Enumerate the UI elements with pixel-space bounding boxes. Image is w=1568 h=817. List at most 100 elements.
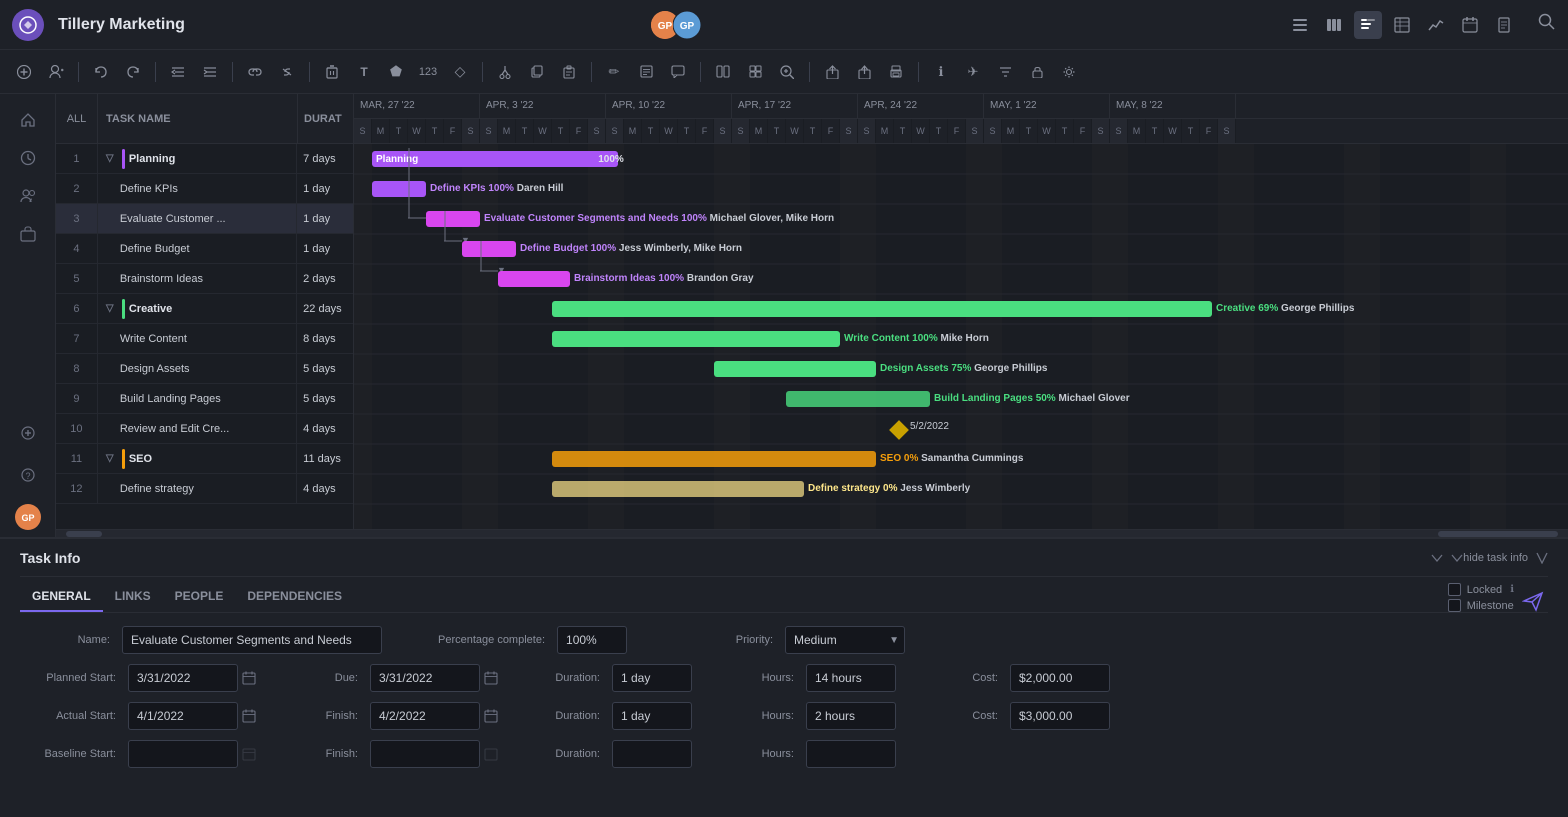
actual-start-input[interactable] (128, 702, 238, 730)
sidebar-time[interactable] (12, 142, 44, 174)
tab-dependencies[interactable]: DEPENDENCIES (235, 582, 354, 612)
horizontal-scrollbar[interactable] (56, 529, 1568, 537)
gantt-bar-brainstorm[interactable] (498, 271, 570, 287)
table-row[interactable]: 3 Evaluate Customer ... 1 day (56, 204, 353, 234)
print-btn[interactable] (882, 58, 910, 86)
copy-btn[interactable] (523, 58, 551, 86)
duration-input[interactable] (612, 664, 692, 692)
text-btn[interactable]: T (350, 58, 378, 86)
finish-input[interactable] (370, 702, 480, 730)
search-button[interactable] (1538, 13, 1556, 36)
redo-btn[interactable] (119, 58, 147, 86)
gantt-bar-evaluate[interactable] (426, 211, 480, 227)
baseline-hours-input[interactable] (806, 740, 896, 768)
docs-view-icon[interactable] (1490, 11, 1518, 39)
share-btn[interactable] (850, 58, 878, 86)
cost-input[interactable] (1010, 664, 1110, 692)
calendar-icon-1[interactable] (242, 671, 256, 685)
gantt-bar-design-assets[interactable] (714, 361, 876, 377)
filter-btn[interactable] (991, 58, 1019, 86)
calendar-icon-2[interactable] (484, 671, 498, 685)
lock-btn[interactable] (1023, 58, 1051, 86)
table-row[interactable]: 8 Design Assets 5 days (56, 354, 353, 384)
group-toggle[interactable]: ▽ (106, 454, 116, 464)
sidebar-add[interactable] (12, 417, 44, 449)
unlink-btn[interactable] (273, 58, 301, 86)
list-view-icon[interactable] (1286, 11, 1314, 39)
table-row[interactable]: 2 Define KPIs 1 day (56, 174, 353, 204)
baseline-start-input[interactable] (128, 740, 238, 768)
table-row[interactable]: 5 Brainstorm Ideas 2 days (56, 264, 353, 294)
delete-btn[interactable] (318, 58, 346, 86)
actual-cost-input[interactable] (1010, 702, 1110, 730)
baseline-finish-input[interactable] (370, 740, 480, 768)
analytics-view-icon[interactable] (1422, 11, 1450, 39)
table-row[interactable]: 4 Define Budget 1 day (56, 234, 353, 264)
indent-btn[interactable] (196, 58, 224, 86)
zoom-btn[interactable] (773, 58, 801, 86)
settings-btn[interactable] (1055, 58, 1083, 86)
sidebar-help[interactable]: ? (12, 459, 44, 491)
sidebar-home[interactable] (12, 104, 44, 136)
calendar-icon-4[interactable] (484, 709, 498, 723)
add-user-btn[interactable] (42, 58, 70, 86)
table-view-icon[interactable] (1388, 11, 1416, 39)
sidebar-user-avatar[interactable]: GP (12, 501, 44, 533)
gantt-bar-seo[interactable] (552, 451, 876, 467)
table-row[interactable]: 7 Write Content 8 days (56, 324, 353, 354)
table-row[interactable]: 6 ▽ Creative 22 days (56, 294, 353, 324)
hide-task-info-btn[interactable]: hide task info (1463, 552, 1528, 564)
due-input[interactable] (370, 664, 480, 692)
actual-hours-input[interactable] (806, 702, 896, 730)
pct-input[interactable] (557, 626, 627, 654)
diamond-btn[interactable]: ◇ (446, 58, 474, 86)
table-row[interactable]: 11 ▽ SEO 11 days (56, 444, 353, 474)
table-row[interactable]: 12 Define strategy 4 days (56, 474, 353, 504)
add-task-btn[interactable] (10, 58, 38, 86)
priority-select[interactable]: Medium Low High (785, 626, 905, 654)
info-btn[interactable]: ℹ (927, 58, 955, 86)
calendar-icon-3[interactable] (242, 709, 256, 723)
calendar-view-icon[interactable] (1456, 11, 1484, 39)
send-btn[interactable]: ✈ (959, 58, 987, 86)
baseline-duration-input[interactable] (612, 740, 692, 768)
group-toggle[interactable]: ▽ (106, 304, 116, 314)
table-row[interactable]: 10 Review and Edit Cre... 4 days (56, 414, 353, 444)
planned-start-input[interactable] (128, 664, 238, 692)
grid-btn[interactable] (741, 58, 769, 86)
number-btn[interactable]: 123 (414, 58, 442, 86)
gantt-bar-landing[interactable] (786, 391, 930, 407)
collapse-btn[interactable] (1431, 554, 1463, 562)
link-btn[interactable] (241, 58, 269, 86)
gantt-bar-define-kpis[interactable] (372, 181, 426, 197)
outdent-btn[interactable] (164, 58, 192, 86)
gantt-bar-creative[interactable] (552, 301, 1212, 317)
paste-btn[interactable] (555, 58, 583, 86)
milestone-checkbox[interactable] (1448, 599, 1461, 612)
columns-view-icon[interactable] (1320, 11, 1348, 39)
table-row[interactable]: 9 Build Landing Pages 5 days (56, 384, 353, 414)
locked-checkbox[interactable] (1448, 583, 1461, 596)
sidebar-people[interactable] (12, 180, 44, 212)
note-btn[interactable] (632, 58, 660, 86)
hours-input[interactable] (806, 664, 896, 692)
export-btn[interactable] (818, 58, 846, 86)
sidebar-portfolio[interactable] (12, 218, 44, 250)
tab-general[interactable]: GENERAL (20, 582, 103, 612)
split-btn[interactable] (709, 58, 737, 86)
comment-btn[interactable] (664, 58, 692, 86)
gantt-bar-define-strategy[interactable] (552, 481, 804, 497)
gantt-bar-write-content[interactable] (552, 331, 840, 347)
name-input[interactable] (122, 626, 382, 654)
tab-people[interactable]: PEOPLE (163, 582, 236, 612)
gantt-view-icon[interactable] (1354, 11, 1382, 39)
tab-links[interactable]: LINKS (103, 582, 163, 612)
table-row[interactable]: 1 ▽ Planning 7 days (56, 144, 353, 174)
cut-btn[interactable] (491, 58, 519, 86)
pen-btn[interactable]: ✏ (600, 58, 628, 86)
shape-btn[interactable]: ⬟ (382, 58, 410, 86)
undo-btn[interactable] (87, 58, 115, 86)
group-toggle[interactable]: ▽ (106, 154, 116, 164)
actual-duration-input[interactable] (612, 702, 692, 730)
gantt-bar-budget[interactable] (462, 241, 516, 257)
